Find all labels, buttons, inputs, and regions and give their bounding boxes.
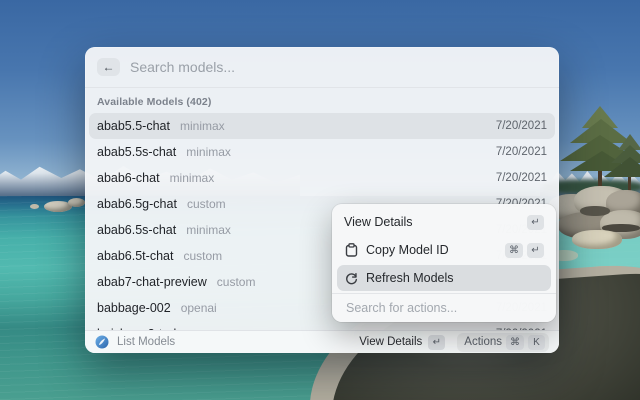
return-key: ↵	[527, 242, 544, 258]
model-provider: openai	[180, 301, 217, 315]
model-provider: minimax	[186, 145, 231, 159]
popup-item-label: Refresh Models	[366, 271, 454, 285]
model-name: abab7-chat-preview	[97, 275, 207, 289]
search-input[interactable]: Search models...	[130, 59, 235, 75]
model-row[interactable]: abab5.5s-chat minimax 7/20/2021	[89, 139, 555, 165]
model-provider: custom	[183, 249, 223, 263]
actions-label: Actions	[464, 336, 502, 348]
section-header: Available Models (402)	[97, 96, 212, 108]
model-name: abab6.5s-chat	[97, 223, 177, 237]
return-key: ↵	[527, 214, 544, 230]
actions-popup: View Details ↵ Copy Model ID ⌘ ↵ Refresh…	[332, 204, 556, 322]
model-provider: minimax	[169, 171, 215, 185]
footer-actions: View Details ↵ Actions ⌘ K	[359, 332, 549, 352]
model-name: abab5.5-chat	[97, 119, 170, 133]
back-button[interactable]: ←	[97, 58, 120, 76]
k-key: K	[528, 334, 545, 350]
model-date: 7/20/2021	[495, 172, 547, 184]
command-key: ⌘	[505, 242, 523, 258]
model-name: abab6.5t-chat	[97, 249, 174, 263]
submerged-rock	[572, 230, 622, 249]
model-date: 7/20/2021	[495, 146, 547, 158]
pine-tree-small	[604, 134, 640, 192]
model-provider: custom	[216, 275, 256, 289]
model-row[interactable]: baichuan3-turbo custom 7/20/2021	[89, 321, 555, 330]
model-provider: minimax	[179, 119, 225, 133]
model-row[interactable]: abab5.5-chat minimax 7/20/2021	[89, 113, 555, 139]
popup-item-copy-model-id[interactable]: Copy Model ID ⌘ ↵	[337, 237, 551, 263]
clipboard-icon	[344, 243, 358, 257]
shore-rock	[68, 198, 85, 207]
return-key: ↵	[428, 334, 446, 350]
shore-rock	[30, 204, 39, 209]
command-key: ⌘	[506, 334, 524, 350]
refresh-icon	[344, 271, 358, 285]
search-bar: ← Search models...	[85, 47, 559, 88]
popup-item-view-details[interactable]: View Details ↵	[337, 209, 551, 235]
model-provider: minimax	[186, 223, 231, 237]
model-name: abab6-chat	[97, 171, 160, 185]
model-provider: custom	[186, 197, 226, 211]
extension-icon	[95, 335, 109, 349]
popup-item-label: Copy Model ID	[366, 243, 449, 257]
popup-item-refresh-models[interactable]: Refresh Models	[337, 265, 551, 291]
footer-bar: List Models View Details ↵ Actions ⌘ K	[85, 330, 559, 353]
model-name: abab6.5g-chat	[97, 197, 177, 211]
model-name: abab5.5s-chat	[97, 145, 177, 159]
extension-label: List Models	[117, 336, 176, 348]
actions-button[interactable]: Actions ⌘ K	[457, 332, 549, 352]
view-details-button[interactable]: View Details	[359, 336, 422, 348]
back-arrow-icon: ←	[102, 60, 115, 74]
actions-search-input[interactable]: Search for actions...	[337, 294, 551, 322]
model-row[interactable]: abab6-chat minimax 7/20/2021	[89, 165, 555, 191]
model-date: 7/20/2021	[495, 120, 547, 132]
popup-item-label: View Details	[344, 215, 413, 229]
model-name: babbage-002	[97, 301, 171, 315]
